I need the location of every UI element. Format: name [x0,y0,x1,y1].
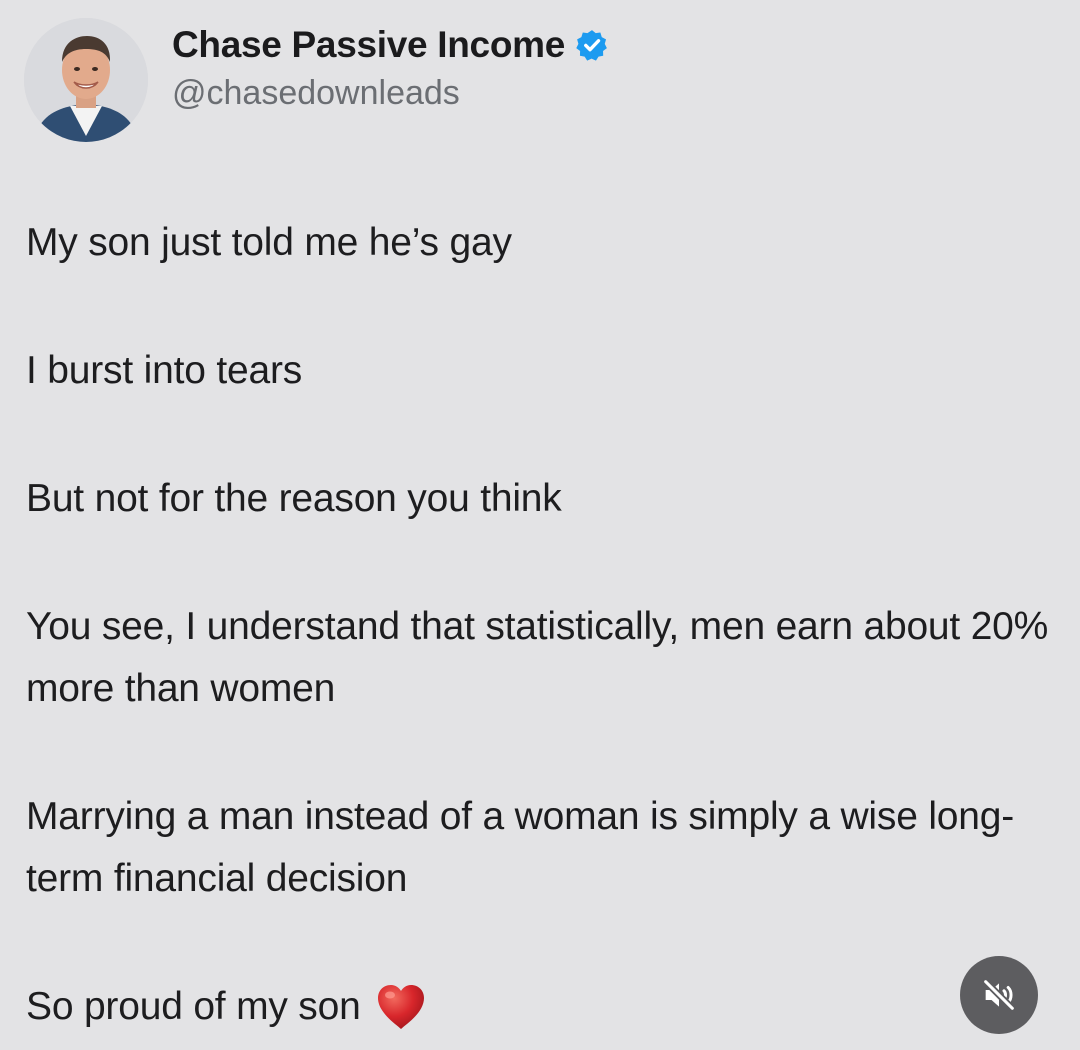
post-paragraph-6: So proud of my son [26,985,361,1028]
post-body: My son just told me he’s gay I burst int… [26,212,1066,1038]
author-display-name[interactable]: Chase Passive Income [172,23,565,67]
post-paragraph-4: You see, I understand that statistically… [26,605,1049,710]
author-handle[interactable]: @chasedownleads [172,71,609,115]
post-paragraph-2: I burst into tears [26,349,303,392]
author-info: Chase Passive Income @chasedownleads [172,23,609,115]
post-card: Chase Passive Income @chasedownleads My … [0,0,1080,1046]
avatar-image [24,18,148,142]
post-paragraph-5: Marrying a man instead of a woman is sim… [26,795,1015,900]
post-paragraph-1: My son just told me he’s gay [26,221,512,264]
heart-icon [375,983,427,1031]
name-row: Chase Passive Income [172,23,609,67]
verified-badge-icon [575,28,609,62]
post-paragraph-6-row: So proud of my son [26,976,1066,1038]
speaker-muted-icon [982,978,1016,1012]
post-header: Chase Passive Income @chasedownleads [24,18,609,142]
mute-toggle-button[interactable] [960,956,1038,1034]
avatar[interactable] [24,18,148,142]
post-paragraph-3: But not for the reason you think [26,477,562,520]
